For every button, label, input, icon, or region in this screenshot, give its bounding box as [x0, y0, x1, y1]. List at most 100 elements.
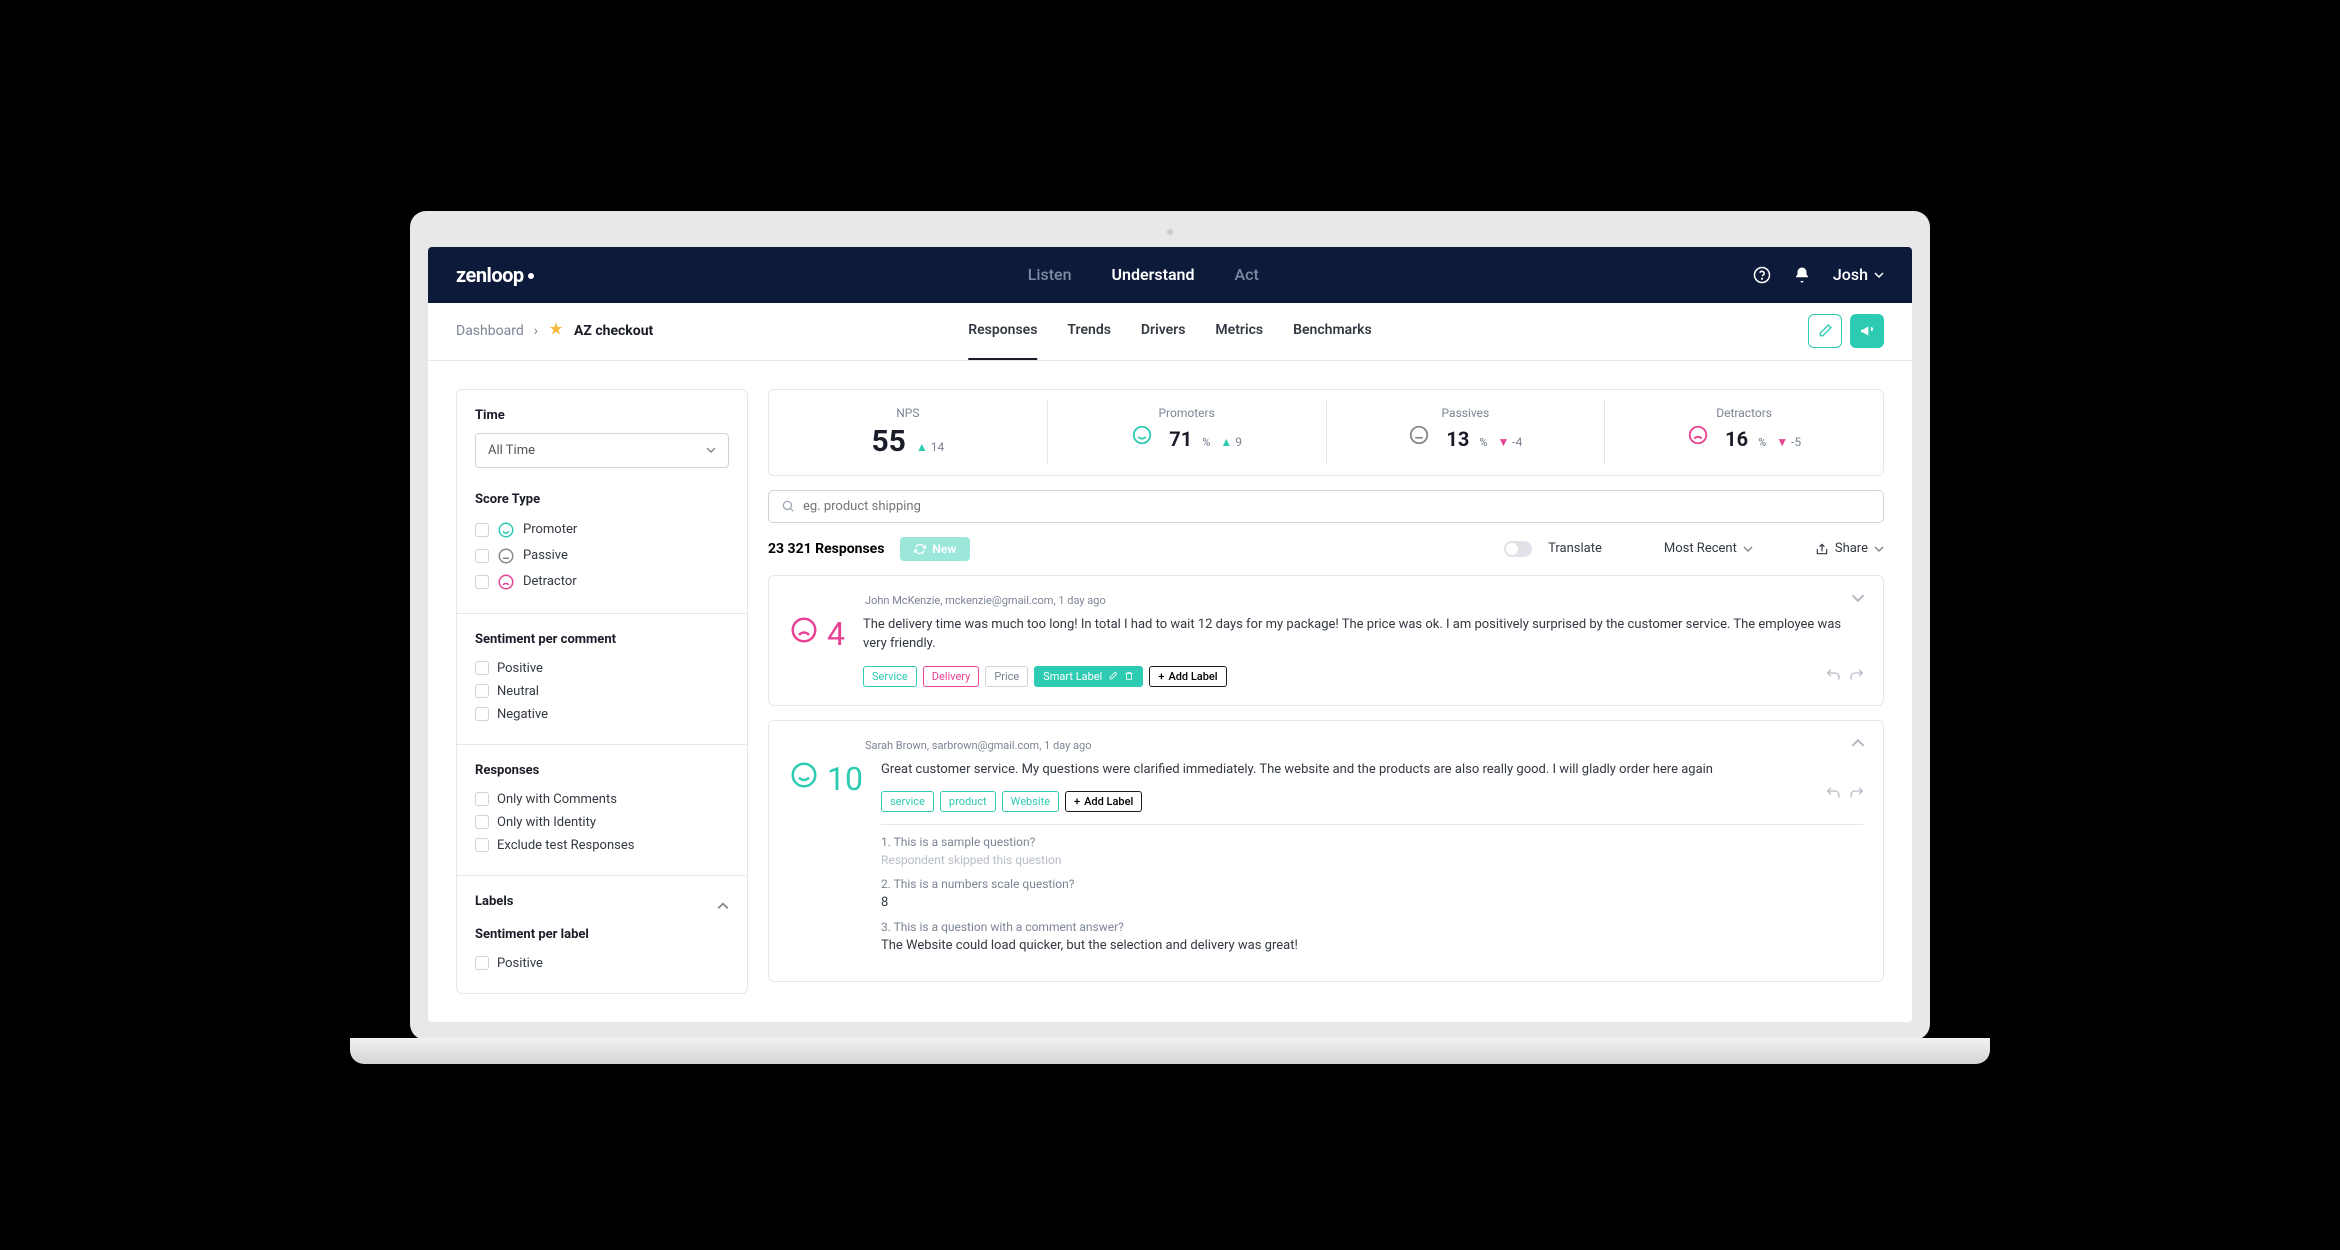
nav-act[interactable]: Act [1235, 265, 1259, 284]
frown-icon [1687, 424, 1709, 446]
answer-text: 8 [881, 895, 1863, 910]
edit-button[interactable] [1808, 314, 1842, 348]
brand-logo: zenloop [456, 263, 534, 287]
tag-delivery[interactable]: Delivery [923, 666, 980, 687]
tab-metrics[interactable]: Metrics [1215, 302, 1263, 360]
tag-smart-label[interactable]: Smart Label [1034, 666, 1143, 687]
refresh-icon [914, 543, 926, 555]
sentiment-per-label-heading: Sentiment per label [475, 927, 729, 942]
tab-responses[interactable]: Responses [968, 302, 1037, 360]
filter-negative[interactable]: Negative [475, 703, 729, 726]
filter-label-positive[interactable]: Positive [475, 952, 729, 975]
smile-icon [497, 521, 515, 539]
checkbox-icon [475, 549, 489, 563]
qa-section: 1. This is a sample question? Respondent… [881, 824, 1863, 953]
nav-understand[interactable]: Understand [1112, 265, 1195, 284]
checkbox-icon [475, 838, 489, 852]
stat-detractors: Detractors 16% ▼ -5 [1605, 400, 1883, 465]
forward-icon[interactable] [1849, 667, 1865, 687]
add-label-button[interactable]: + Add Label [1149, 666, 1226, 687]
arrow-up-icon: ▲ 14 [916, 440, 944, 454]
checkbox-icon [475, 707, 489, 721]
tab-trends[interactable]: Trends [1067, 302, 1110, 360]
response-meta: Sarah Brown, sarbrown@gmail.com, 1 day a… [789, 739, 1863, 752]
filter-promoter[interactable]: Promoter [475, 517, 729, 543]
sub-tabs: Responses Trends Drivers Metrics Benchma… [968, 302, 1372, 360]
question-text: 1. This is a sample question? [881, 835, 1863, 849]
frown-icon [497, 573, 515, 591]
collapse-toggle[interactable] [1851, 735, 1865, 754]
checkbox-icon [475, 523, 489, 537]
tab-drivers[interactable]: Drivers [1141, 302, 1186, 360]
responses-heading: Responses [475, 763, 729, 778]
chevron-up-icon[interactable] [717, 900, 729, 912]
filter-positive[interactable]: Positive [475, 657, 729, 680]
chevron-down-icon [1743, 544, 1753, 554]
search-box[interactable] [768, 490, 1884, 523]
nav-listen[interactable]: Listen [1028, 265, 1072, 284]
time-heading: Time [475, 408, 729, 423]
checkbox-icon [475, 956, 489, 970]
stats-panel: NPS 55 ▲ 14 Promoters 71% ▲ 9 [768, 389, 1884, 476]
filter-neutral[interactable]: Neutral [475, 680, 729, 703]
neutral-icon [1408, 424, 1430, 446]
new-button[interactable]: New [900, 537, 970, 561]
tag-website[interactable]: Website [1002, 791, 1059, 812]
search-input[interactable] [803, 499, 1871, 514]
top-navbar: zenloop Listen Understand Act Josh [428, 247, 1912, 303]
megaphone-icon [1859, 323, 1875, 339]
filter-only-identity[interactable]: Only with Identity [475, 811, 729, 834]
filter-exclude-test[interactable]: Exclude test Responses [475, 834, 729, 857]
chevron-down-icon [1874, 544, 1884, 554]
bell-icon[interactable] [1793, 266, 1811, 284]
tab-benchmarks[interactable]: Benchmarks [1293, 302, 1372, 360]
question-text: 3. This is a question with a comment ans… [881, 920, 1863, 934]
chevron-right-icon: › [534, 323, 538, 339]
main-nav: Listen Understand Act [534, 265, 1753, 284]
tag-price[interactable]: Price [985, 666, 1028, 687]
tag-service[interactable]: Service [863, 666, 917, 687]
help-icon[interactable] [1753, 266, 1771, 284]
filter-passive[interactable]: Passive [475, 543, 729, 569]
filter-sidebar: Time All Time Score Type Promoter Passiv… [456, 389, 748, 994]
chevron-down-icon [706, 445, 716, 455]
share-icon [1815, 542, 1829, 556]
stat-nps: NPS 55 ▲ 14 [769, 400, 1048, 465]
star-icon [548, 321, 564, 341]
tag-product[interactable]: product [940, 791, 996, 812]
reply-icon[interactable] [1825, 667, 1841, 687]
share-dropdown[interactable]: Share [1815, 541, 1884, 556]
add-label-button[interactable]: + Add Label [1065, 791, 1142, 812]
stat-passives: Passives 13% ▼ -4 [1327, 400, 1606, 465]
filter-only-comments[interactable]: Only with Comments [475, 788, 729, 811]
response-score: 4 [827, 615, 845, 653]
breadcrumb: Dashboard › AZ checkout [456, 321, 653, 341]
sort-dropdown[interactable]: Most Recent [1664, 541, 1753, 556]
frown-icon [789, 615, 819, 649]
checkbox-icon [475, 792, 489, 806]
arrow-up-icon: ▲ 9 [1220, 435, 1242, 449]
checkbox-icon [475, 575, 489, 589]
checkbox-icon [475, 684, 489, 698]
trash-icon [1124, 671, 1134, 681]
responses-toolbar: 23 321 Responses New Translate Most Rece… [768, 537, 1884, 561]
time-select[interactable]: All Time [475, 433, 729, 468]
reply-icon[interactable] [1825, 785, 1841, 805]
tag-service[interactable]: service [881, 791, 934, 812]
response-text: The delivery time was much too long! In … [863, 615, 1863, 654]
forward-icon[interactable] [1849, 785, 1865, 805]
filter-detractor[interactable]: Detractor [475, 569, 729, 595]
collapse-toggle[interactable] [1851, 590, 1865, 609]
translate-toggle[interactable] [1504, 541, 1532, 557]
breadcrumb-root[interactable]: Dashboard [456, 323, 524, 339]
response-score: 10 [827, 760, 863, 798]
response-card: Sarah Brown, sarbrown@gmail.com, 1 day a… [768, 720, 1884, 983]
user-menu[interactable]: Josh [1833, 265, 1884, 284]
response-count: 23 321 Responses [768, 541, 884, 557]
sub-navbar: Dashboard › AZ checkout Responses Trends… [428, 303, 1912, 361]
breadcrumb-current: AZ checkout [574, 323, 653, 339]
announce-button[interactable] [1850, 314, 1884, 348]
question-text: 2. This is a numbers scale question? [881, 877, 1863, 891]
checkbox-icon [475, 661, 489, 675]
pencil-icon [1817, 323, 1833, 339]
